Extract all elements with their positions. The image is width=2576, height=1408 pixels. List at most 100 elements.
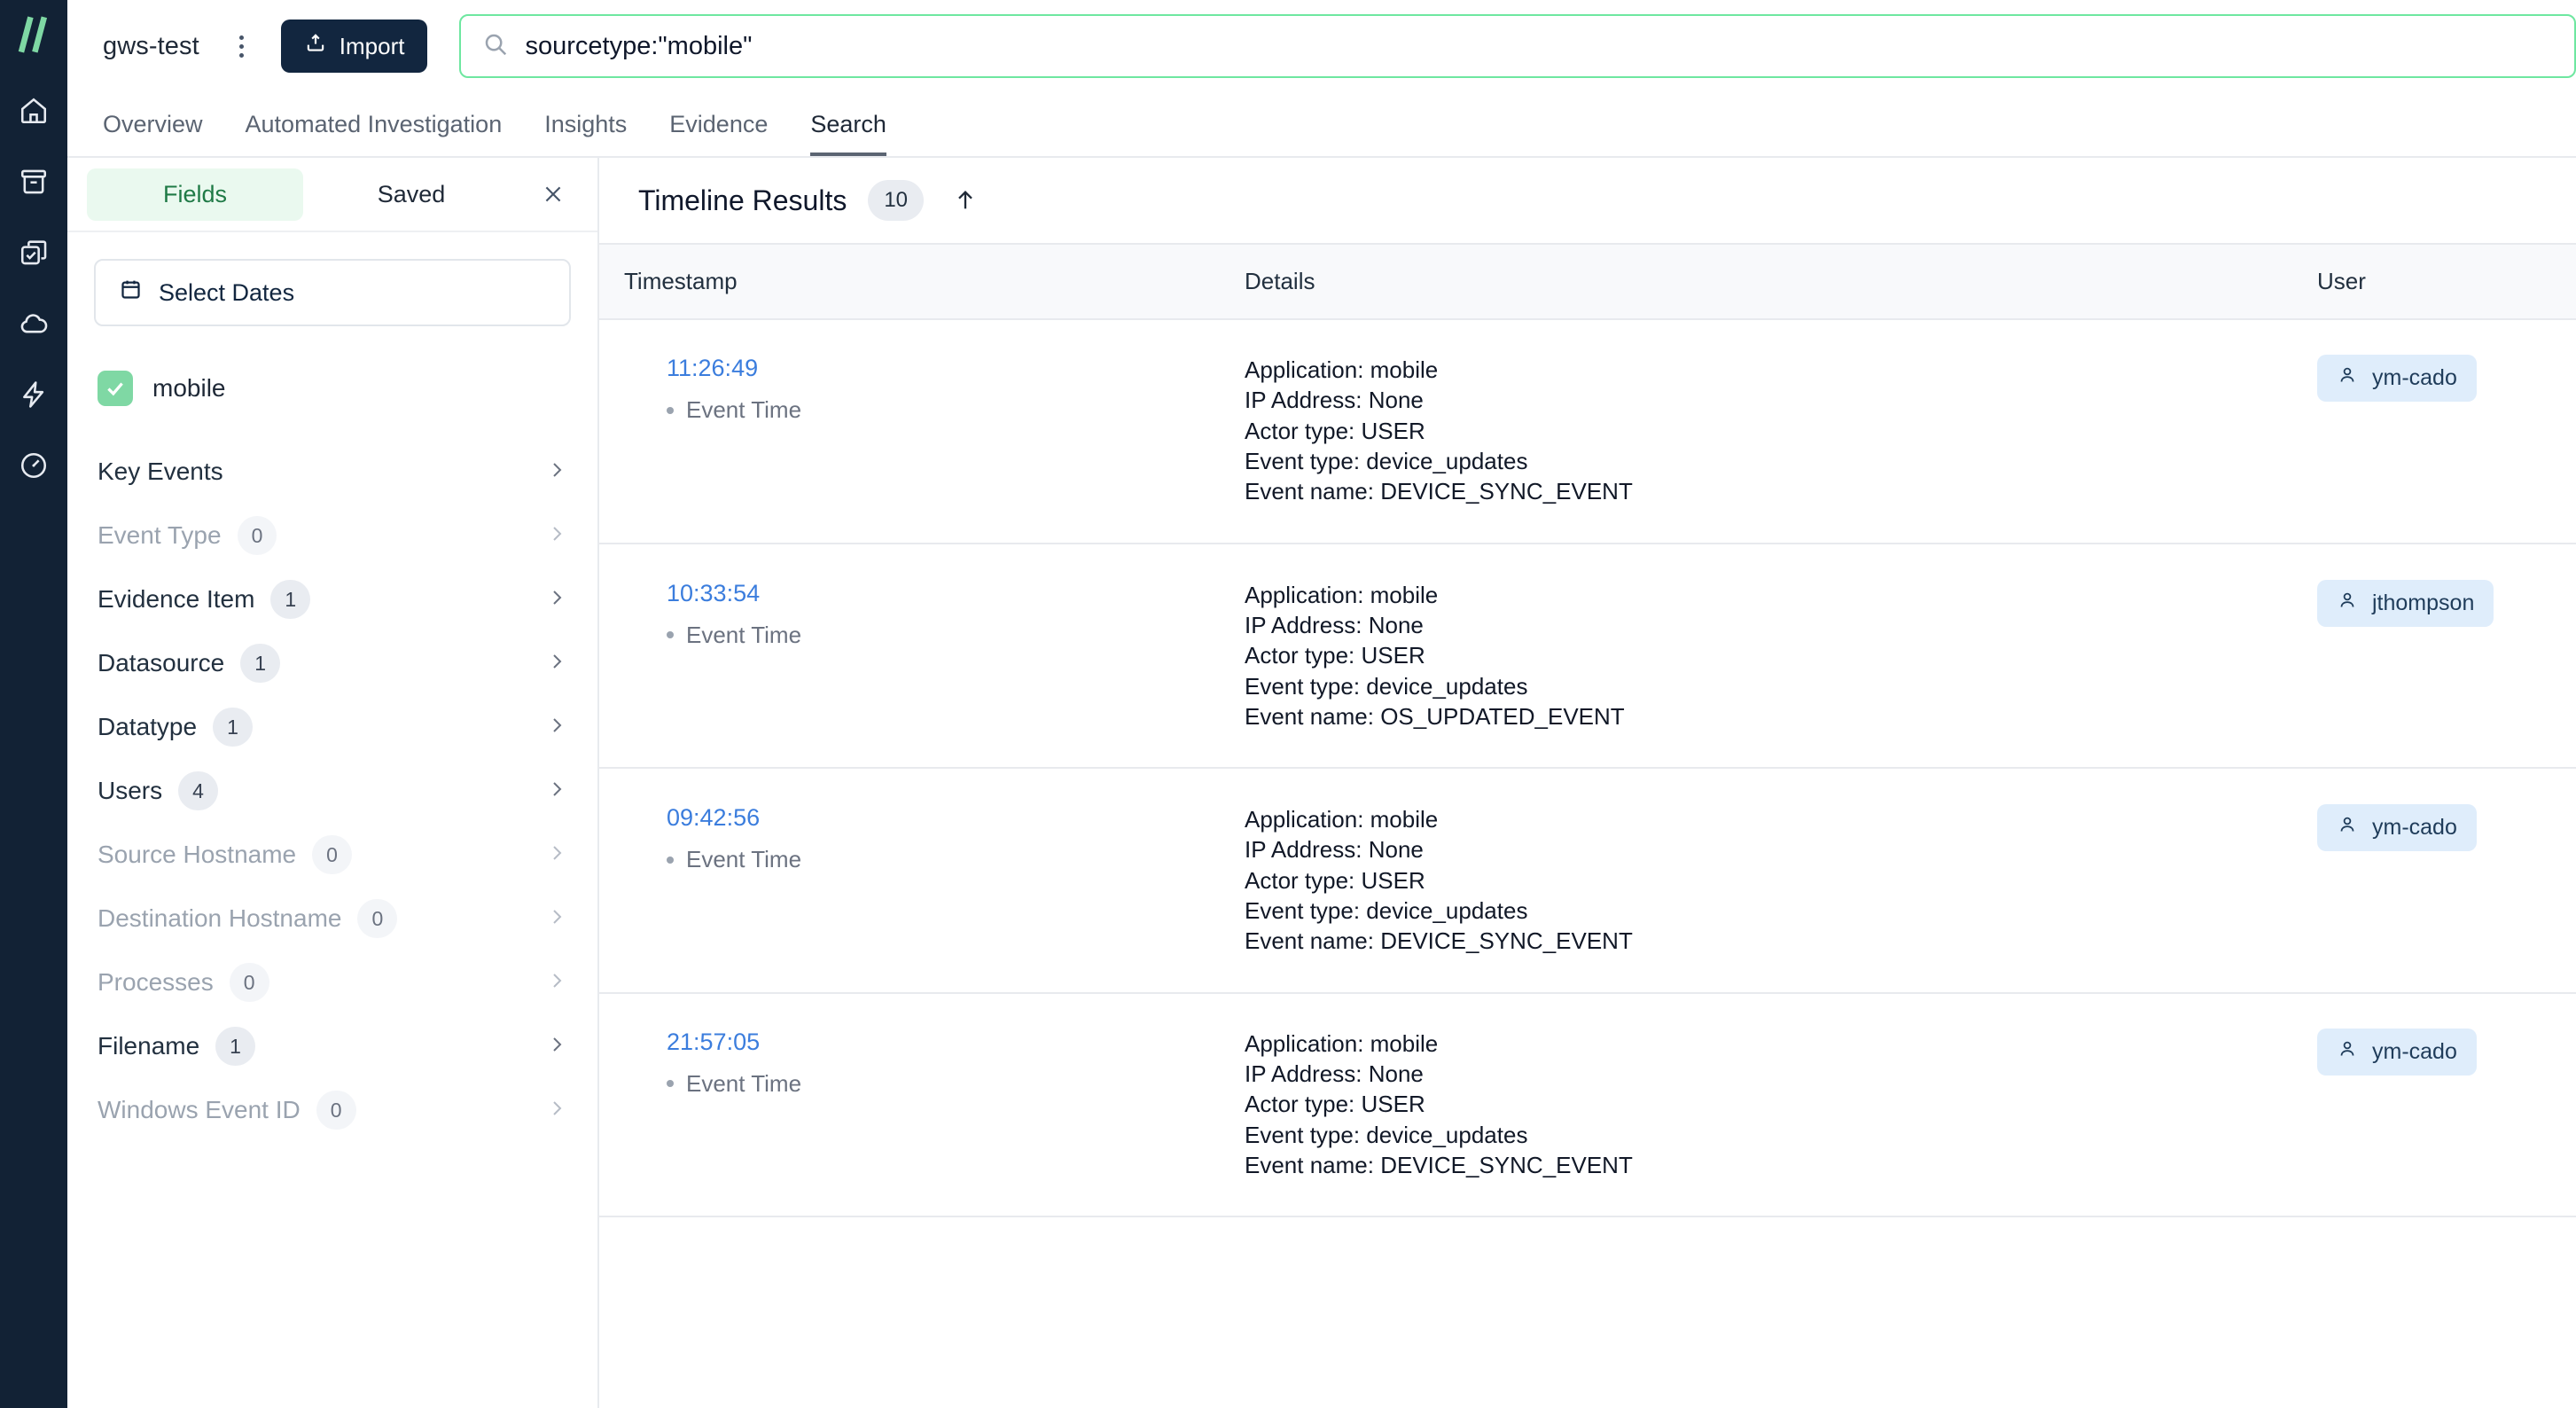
tasks-icon[interactable] — [13, 232, 54, 273]
column-header-details[interactable]: Details — [1220, 243, 2292, 320]
table-row[interactable]: 21:57:05 Event Time Application: mobile IP … — [599, 992, 2576, 1218]
event-time-link[interactable]: 21:57:05 — [667, 1029, 1220, 1056]
field-row[interactable]: Key Events — [94, 440, 571, 504]
field-row[interactable]: Event Type 0 — [94, 504, 571, 567]
timeline-table: Timestamp Details User 11:26:49 Event Tim… — [599, 243, 2576, 1218]
chevron-right-icon[interactable] — [546, 651, 567, 677]
results-count-badge: 10 — [868, 180, 925, 221]
chevron-right-icon[interactable] — [546, 523, 567, 549]
chevron-right-icon[interactable] — [546, 715, 567, 740]
field-row-count: 0 — [237, 516, 277, 555]
event-time-link[interactable]: 10:33:54 — [667, 580, 1220, 607]
search-input[interactable] — [525, 31, 2553, 61]
case-name: gws-test — [103, 31, 199, 60]
user-badge[interactable]: ym-cado — [2317, 355, 2477, 402]
field-row-count: 1 — [213, 708, 253, 747]
kebab-dot — [239, 52, 245, 58]
column-header-user[interactable]: User — [2292, 243, 2576, 320]
kebab-dot — [239, 43, 245, 49]
sort-ascending-icon[interactable] — [945, 180, 986, 221]
active-filter-row: mobile — [94, 371, 571, 406]
content-area: Fields Saved Select Dates mobile Key Eve… — [67, 158, 2576, 1408]
field-row[interactable]: Evidence Item 1 — [94, 567, 571, 631]
chevron-right-icon[interactable] — [546, 842, 567, 868]
chevron-right-icon[interactable] — [546, 459, 567, 485]
tab-fields[interactable]: Fields — [87, 168, 303, 221]
logo-slashes-icon[interactable] — [13, 14, 54, 55]
field-row[interactable]: Destination Hostname 0 — [94, 887, 571, 950]
field-row-label: Windows Event ID — [98, 1096, 301, 1123]
calendar-icon — [119, 278, 143, 308]
field-row[interactable]: Users 4 — [94, 759, 571, 823]
column-header-timestamp[interactable]: Timestamp — [599, 243, 1220, 320]
field-row-count: 1 — [215, 1027, 255, 1066]
chevron-right-icon[interactable] — [546, 778, 567, 804]
tab-overview[interactable]: Overview — [103, 111, 203, 156]
field-row-label: Datatype — [98, 713, 198, 740]
detail-line: Actor type: USER — [1245, 417, 1425, 444]
search-icon — [482, 31, 509, 62]
timestamp-cell: 11:26:49 Event Time — [599, 319, 1220, 544]
search-bar[interactable] — [459, 14, 2576, 78]
select-dates-button[interactable]: Select Dates — [94, 259, 571, 326]
field-row-count: 1 — [240, 644, 280, 683]
user-badge[interactable]: jthompson — [2317, 579, 2494, 627]
detail-line: Event type: device_updates — [1245, 672, 1528, 700]
tab-search[interactable]: Search — [810, 111, 886, 156]
cloud-icon[interactable] — [13, 303, 54, 344]
bullet-icon — [667, 1080, 674, 1088]
detail-line: IP Address: None — [1245, 387, 1424, 414]
filter-checkbox[interactable] — [98, 371, 133, 406]
detail-line: Event name: DEVICE_SYNC_EVENT — [1245, 478, 1633, 505]
user-badge-label: ym-cado — [2372, 815, 2457, 841]
results-header: Timeline Results 10 — [599, 158, 2576, 243]
event-time-label: Event Time — [686, 621, 802, 648]
tab-insights[interactable]: Insights — [544, 111, 627, 156]
detail-line: Application: mobile — [1245, 806, 1439, 833]
table-row[interactable]: 10:33:54 Event Time Application: mobile IP … — [599, 543, 2576, 770]
field-list: Key Events Event Type 0 Evidence Item 1 Datas… — [94, 440, 571, 1142]
field-row-count: 0 — [357, 899, 398, 938]
field-row[interactable]: Filename 1 — [94, 1014, 571, 1078]
field-row-label: Processes — [98, 968, 214, 996]
detail-line: Event type: device_updates — [1245, 1121, 1528, 1148]
event-time-label: Event Time — [686, 396, 802, 423]
import-button[interactable]: Import — [280, 20, 428, 73]
tab-automated-investigation[interactable]: Automated Investigation — [246, 111, 503, 156]
field-row[interactable]: Datatype 1 — [94, 695, 571, 759]
import-button-label: Import — [339, 32, 405, 59]
field-row[interactable]: Windows Event ID 0 — [94, 1078, 571, 1142]
archive-icon[interactable] — [13, 161, 54, 202]
field-row[interactable]: Processes 0 — [94, 950, 571, 1014]
user-badge-label: ym-cado — [2372, 1038, 2457, 1064]
detail-line: Application: mobile — [1245, 356, 1439, 383]
event-time-link[interactable]: 09:42:56 — [667, 804, 1220, 832]
home-icon[interactable] — [13, 90, 54, 131]
chevron-right-icon[interactable] — [546, 1034, 567, 1060]
select-dates-label: Select Dates — [159, 278, 295, 306]
table-row[interactable]: 09:42:56 Event Time Application: mobile IP … — [599, 768, 2576, 994]
user-badge[interactable]: ym-cado — [2317, 1028, 2477, 1076]
chevron-right-icon[interactable] — [546, 906, 567, 932]
gauge-icon[interactable] — [13, 445, 54, 486]
lightning-icon[interactable] — [13, 374, 54, 415]
case-menu-button[interactable] — [222, 27, 262, 66]
field-row-count: 4 — [178, 771, 218, 810]
table-row[interactable]: 11:26:49 Event Time Application: mobile IP … — [599, 319, 2576, 544]
chevron-right-icon[interactable] — [546, 1098, 567, 1123]
tab-evidence[interactable]: Evidence — [669, 111, 768, 156]
detail-line: Event name: DEVICE_SYNC_EVENT — [1245, 1151, 1633, 1178]
event-time-link[interactable]: 11:26:49 — [667, 355, 1220, 382]
results-title: Timeline Results — [638, 184, 847, 216]
field-row[interactable]: Datasource 1 — [94, 631, 571, 695]
chevron-right-icon[interactable] — [546, 587, 567, 613]
close-icon[interactable] — [532, 173, 574, 215]
chevron-right-icon[interactable] — [546, 970, 567, 996]
global-sidebar — [0, 0, 67, 1408]
user-badge[interactable]: ym-cado — [2317, 804, 2477, 852]
details-cell: Application: mobile IP Address: None Actor… — [1220, 768, 2292, 994]
tab-saved[interactable]: Saved — [303, 168, 519, 221]
user-badge-label: ym-cado — [2372, 365, 2457, 390]
field-row[interactable]: Source Hostname 0 — [94, 823, 571, 887]
upload-icon — [304, 32, 327, 61]
